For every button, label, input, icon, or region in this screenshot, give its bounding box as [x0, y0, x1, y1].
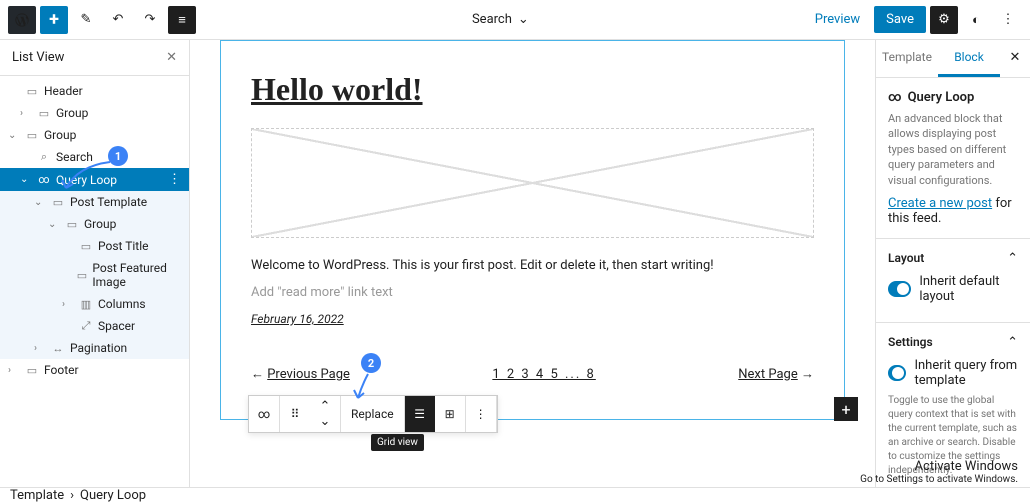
- list-view-panel: List View ✕ ▭Header ›▭Group ⌄▭Group ⌕Sea…: [0, 40, 190, 487]
- post-date[interactable]: February 16, 2022: [251, 312, 814, 326]
- add-block-button[interactable]: +: [40, 6, 68, 34]
- post-excerpt[interactable]: Welcome to WordPress. This is your first…: [251, 258, 814, 273]
- save-button[interactable]: Save: [874, 6, 926, 33]
- toolbar-left: + ✎ ↶ ↷ ≡: [8, 6, 196, 34]
- pagination: ← Previous Page 1 2 3 4 5 ... 8 Next Pag…: [251, 366, 814, 382]
- more-options-button[interactable]: ⋮: [994, 6, 1022, 34]
- grid-layout-button[interactable]: ⊞: [435, 396, 465, 432]
- block-tree: ▭Header ›▭Group ⌄▭Group ⌕Search ⌄∞Query …: [0, 76, 189, 385]
- settings-help-text: Toggle to use the global query context t…: [888, 394, 1018, 478]
- settings-panel-header[interactable]: Settings⌃: [888, 335, 1018, 350]
- create-post-link[interactable]: Create a new post: [888, 196, 992, 211]
- inspector-panel: Template Block ✕ ∞ Query Loop An advanced…: [875, 40, 1030, 487]
- annotation-1: 1: [108, 146, 128, 166]
- tree-item-post-title[interactable]: ▭Post Title: [0, 235, 189, 257]
- pagination-numbers[interactable]: 1 2 3 4 5 ... 8: [492, 367, 595, 382]
- settings-button[interactable]: ⚙: [930, 6, 958, 34]
- layout-panel-header[interactable]: Layout⌃: [888, 251, 1018, 266]
- grid-view-tooltip: Grid view: [371, 434, 424, 451]
- pagination-next[interactable]: Next Page →: [738, 366, 814, 382]
- document-title[interactable]: Search ⌄: [472, 12, 529, 27]
- close-inspector-icon[interactable]: ✕: [1000, 40, 1030, 77]
- breadcrumb: Template › Query Loop: [0, 487, 1030, 503]
- read-more-placeholder[interactable]: Add "read more" link text: [251, 285, 814, 300]
- annotation-arrow-1: [58, 158, 118, 198]
- query-loop-block[interactable]: Hello world! Welcome to WordPress. This …: [220, 40, 845, 420]
- annotation-2: 2: [361, 353, 381, 373]
- move-arrows-icon[interactable]: ⌃⌄: [310, 396, 340, 432]
- top-toolbar: + ✎ ↶ ↷ ≡ Search ⌄ Preview Save ⚙ ◐ ⋮: [0, 0, 1030, 40]
- tab-block[interactable]: Block: [938, 40, 1000, 77]
- annotation-arrow-2: [350, 370, 380, 405]
- redo-button[interactable]: ↷: [136, 6, 164, 34]
- tree-item-columns[interactable]: ›▥Columns: [0, 293, 189, 315]
- tab-template[interactable]: Template: [876, 40, 938, 77]
- drag-handle-icon[interactable]: ⠿: [280, 396, 310, 432]
- add-block-inline-button[interactable]: +: [834, 397, 858, 421]
- more-options-icon[interactable]: ⋮: [466, 396, 496, 432]
- block-description: An advanced block that allows displaying…: [888, 111, 1018, 188]
- tree-item-group[interactable]: ›▭Group: [0, 102, 189, 124]
- block-type-name: Query Loop: [908, 90, 975, 105]
- inherit-layout-toggle[interactable]: [888, 281, 911, 297]
- undo-button[interactable]: ↶: [104, 6, 132, 34]
- list-view-title: List View: [12, 50, 64, 65]
- chevron-up-icon: ⌃: [1007, 251, 1018, 266]
- preview-button[interactable]: Preview: [805, 6, 870, 33]
- chevron-down-icon: ⌄: [518, 12, 529, 27]
- featured-image-placeholder[interactable]: [251, 128, 814, 238]
- tree-item-pagination[interactable]: ›↔Pagination: [0, 337, 189, 359]
- breadcrumb-current[interactable]: Query Loop: [80, 488, 146, 503]
- tree-item-featured-image[interactable]: ▭Post Featured Image: [0, 257, 189, 293]
- tree-item-footer[interactable]: ›▭Footer: [0, 359, 189, 381]
- pagination-prev[interactable]: ← Previous Page: [251, 366, 350, 382]
- tree-item-group[interactable]: ⌄▭Group: [0, 124, 189, 146]
- loop-icon: ∞: [888, 90, 902, 105]
- list-view-button[interactable]: ≡: [168, 6, 196, 34]
- tree-item-spacer[interactable]: ⤢Spacer: [0, 315, 189, 337]
- edit-icon[interactable]: ✎: [72, 6, 100, 34]
- toolbar-right: Preview Save ⚙ ◐ ⋮: [805, 6, 1022, 34]
- breadcrumb-separator: ›: [70, 488, 74, 503]
- inherit-layout-label: Inherit default layout: [919, 274, 1018, 304]
- inherit-query-label: Inherit query from template: [914, 358, 1018, 388]
- post-title[interactable]: Hello world!: [251, 71, 814, 108]
- close-icon[interactable]: ✕: [166, 50, 177, 65]
- tree-item-header[interactable]: ▭Header: [0, 80, 189, 102]
- styles-button[interactable]: ◐: [962, 6, 990, 34]
- block-type-icon[interactable]: ∞: [249, 396, 279, 432]
- breadcrumb-root[interactable]: Template: [10, 488, 64, 503]
- tree-item-group[interactable]: ⌄▭Group: [0, 213, 189, 235]
- wordpress-logo-button[interactable]: [8, 6, 36, 34]
- chevron-up-icon: ⌃: [1007, 335, 1018, 350]
- list-layout-button[interactable]: ☰: [405, 396, 435, 432]
- search-label: Search: [472, 12, 512, 27]
- inherit-query-toggle[interactable]: [888, 365, 906, 381]
